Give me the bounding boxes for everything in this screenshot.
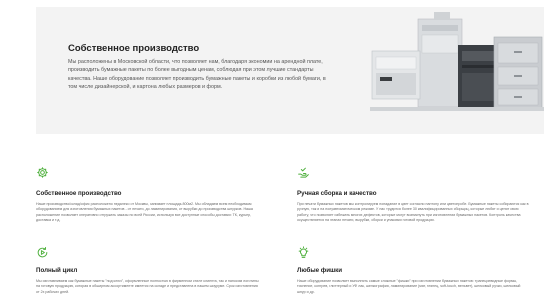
feature-text: Наше производство/склад/офис расположено… [36, 202, 253, 223]
hero-text: Мы расположены в Московской области, что… [68, 59, 326, 91]
feature-text: Мы изготавливаем как бумажные пакеты "по… [36, 279, 259, 294]
feature-title: Полный цикл [36, 267, 78, 274]
hero-banner: Собственное производство Мы расположены … [36, 7, 544, 134]
feature-any-tricks: Любые фишки Наше оборудование позволяет … [297, 246, 529, 295]
hero-title: Собственное производство [68, 43, 200, 54]
feature-title: Собственное производство [36, 190, 122, 197]
feature-title: Ручная сборка и качество [297, 190, 377, 197]
feature-text: При печати бумажных пакетов мы контролир… [297, 202, 529, 223]
feature-title: Любые фишки [297, 267, 343, 274]
hand-check-icon [298, 167, 309, 178]
lightbulb-icon [298, 246, 309, 258]
play-cycle-icon [37, 247, 48, 258]
feature-own-production: Собственное производство Наше производст… [36, 166, 261, 224]
feature-full-cycle: Полный цикл Мы изготавливаем как бумажны… [36, 246, 261, 295]
gear-icon [37, 167, 48, 178]
printing-machine-image [370, 12, 544, 111]
feature-text: Наше оборудование позволяет выполнять са… [297, 279, 521, 294]
feature-manual-assembly: Ручная сборка и качество При печати бума… [297, 166, 529, 224]
